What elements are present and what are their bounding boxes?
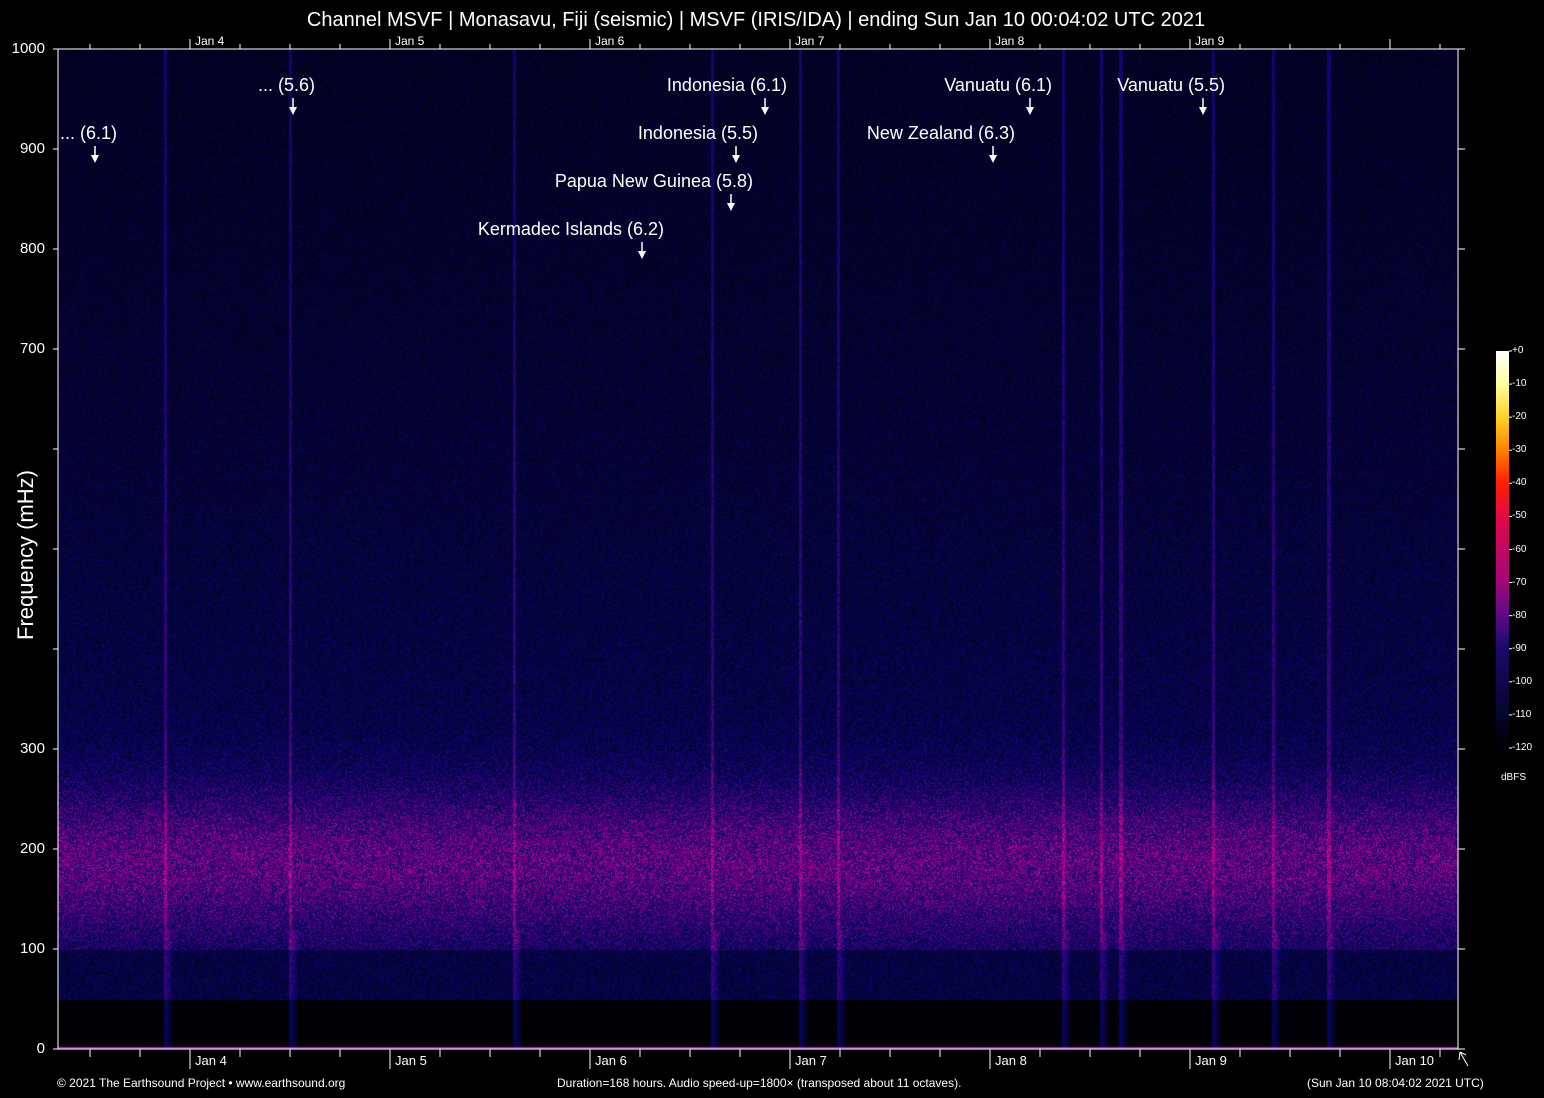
colorbar-tick-label: -80 bbox=[1512, 610, 1526, 621]
event-label: Vanuatu (5.5) bbox=[1117, 75, 1225, 96]
colorbar-tick-label: -70 bbox=[1512, 577, 1526, 588]
event-label: Vanuatu (6.1) bbox=[944, 75, 1052, 96]
x-tick-label: Jan 9 bbox=[1195, 1053, 1227, 1068]
event-label: Indonesia (5.5) bbox=[638, 123, 758, 144]
colorbar-tick-label: -20 bbox=[1512, 411, 1526, 422]
event-label: Papua New Guinea (5.8) bbox=[555, 171, 753, 192]
event-label: New Zealand (6.3) bbox=[867, 123, 1015, 144]
end-time: (Sun Jan 10 08:04:02 2021 UTC) bbox=[1307, 1076, 1484, 1090]
event-arrowhead-icon bbox=[91, 155, 99, 163]
event-arrowhead-icon bbox=[727, 203, 735, 211]
event-label: Kermadec Islands (6.2) bbox=[478, 219, 664, 240]
x-tick-label-top: Jan 9 bbox=[1195, 34, 1224, 48]
colorbar-tick-label: -100 bbox=[1512, 676, 1532, 687]
colorbar-label: dBFS bbox=[1501, 772, 1526, 783]
x-tick-label-top: Jan 6 bbox=[595, 34, 624, 48]
y-tick-label: 1000 bbox=[0, 40, 45, 57]
y-tick-label: 300 bbox=[0, 740, 45, 757]
colorbar-tick-label: -110 bbox=[1512, 709, 1531, 720]
colorbar-tick-label: -10 bbox=[1512, 378, 1526, 389]
y-tick-label: 200 bbox=[0, 840, 45, 857]
x-tick-label-top: Jan 7 bbox=[795, 34, 824, 48]
y-tick-label: 700 bbox=[0, 340, 45, 357]
event-arrowhead-icon bbox=[761, 107, 769, 115]
event-arrowhead-icon bbox=[1026, 107, 1034, 115]
event-label: Indonesia (6.1) bbox=[667, 75, 787, 96]
plot-frame bbox=[58, 49, 1458, 1049]
x-tick-label: Jan 8 bbox=[995, 1053, 1027, 1068]
y-tick-label: 0 bbox=[0, 1040, 45, 1057]
x-tick-label-top: Jan 4 bbox=[195, 34, 224, 48]
x-tick-label: Jan 7 bbox=[795, 1053, 827, 1068]
x-tick-label-top: Jan 8 bbox=[995, 34, 1024, 48]
end-marker-icon bbox=[1459, 1052, 1468, 1066]
x-tick-label: Jan 10 bbox=[1395, 1053, 1434, 1068]
y-tick-label: 100 bbox=[0, 940, 45, 957]
x-tick-label: Jan 5 bbox=[395, 1053, 427, 1068]
event-arrowhead-icon bbox=[1199, 107, 1207, 115]
x-tick-label: Jan 6 bbox=[595, 1053, 627, 1068]
x-tick-label: Jan 4 bbox=[195, 1053, 227, 1068]
duration-info: Duration=168 hours. Audio speed-up=1800×… bbox=[557, 1076, 961, 1090]
colorbar-tick-label: -30 bbox=[1512, 444, 1526, 455]
event-arrowhead-icon bbox=[732, 155, 740, 163]
colorbar-tick-label: -60 bbox=[1512, 544, 1526, 555]
event-arrowhead-icon bbox=[638, 251, 646, 259]
copyright: © 2021 The Earthsound Project • www.eart… bbox=[57, 1076, 345, 1090]
axes bbox=[0, 0, 1544, 1098]
colorbar-tick-label: -90 bbox=[1512, 643, 1526, 654]
event-label: ... (5.6) bbox=[258, 75, 315, 96]
y-axis-label: Frequency (mHz) bbox=[13, 445, 39, 665]
event-label: ... (6.1) bbox=[60, 123, 117, 144]
y-tick-label: 800 bbox=[0, 240, 45, 257]
x-tick-label-top: Jan 5 bbox=[395, 34, 424, 48]
colorbar-tick-label: -50 bbox=[1512, 510, 1526, 521]
colorbar bbox=[1496, 351, 1509, 748]
event-arrowhead-icon bbox=[989, 155, 997, 163]
colorbar-tick-label: -120 bbox=[1512, 742, 1532, 753]
y-tick-label: 900 bbox=[0, 140, 45, 157]
event-arrowhead-icon bbox=[289, 107, 297, 115]
colorbar-tick-label: -40 bbox=[1512, 477, 1526, 488]
colorbar-tick-label: +0 bbox=[1512, 345, 1523, 356]
